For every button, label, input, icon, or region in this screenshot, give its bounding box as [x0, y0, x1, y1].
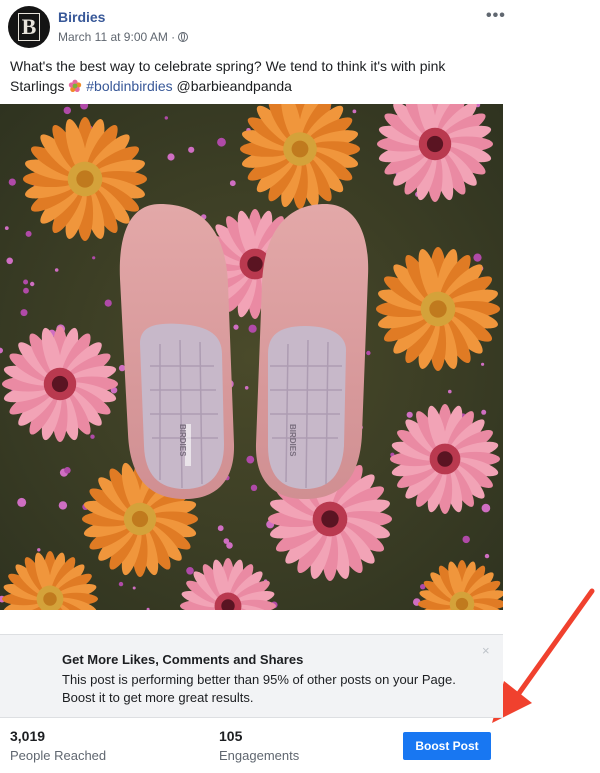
- speckle: [17, 497, 27, 507]
- speckle: [223, 538, 230, 544]
- hashtag-link[interactable]: #boldinbirdies: [86, 78, 172, 94]
- globe-icon: [178, 32, 189, 42]
- engagements-label: Engagements: [219, 748, 300, 763]
- speckle: [484, 553, 490, 559]
- speckle: [118, 364, 126, 372]
- speckle: [229, 180, 236, 187]
- people-reached-value: 3,019: [10, 728, 46, 744]
- speckle: [54, 268, 59, 272]
- speckle: [186, 567, 194, 575]
- right-shoe: BIRDIES: [255, 204, 369, 499]
- left-shoe: BIRDIES: [119, 204, 235, 499]
- speckle: [244, 386, 249, 390]
- speckle: [250, 484, 258, 491]
- speckle: [217, 525, 224, 532]
- orange-gerbera-flower: [23, 117, 147, 241]
- speckle: [30, 281, 35, 287]
- speckle: [64, 467, 71, 474]
- speckle: [164, 116, 168, 120]
- speckle: [23, 279, 29, 285]
- boost-post-button[interactable]: Boost Post: [403, 732, 491, 760]
- page-name-link[interactable]: Birdies: [58, 9, 105, 25]
- post-photo[interactable]: BIRDIES BIRDIES: [0, 104, 503, 610]
- left-shoe-brand-text: BIRDIES: [178, 424, 187, 457]
- speckle: [4, 226, 9, 230]
- speckle: [473, 253, 482, 262]
- speckle: [92, 256, 96, 260]
- speckle: [6, 257, 13, 265]
- speckle: [248, 324, 257, 333]
- speckle: [481, 362, 485, 366]
- promo-body: This post is performing better than 95% …: [62, 672, 456, 705]
- speckle: [23, 287, 29, 294]
- speckle: [481, 409, 487, 415]
- flower-emoji-icon: [69, 79, 82, 92]
- speckle: [25, 230, 32, 237]
- speckle: [246, 455, 255, 464]
- pink-gerbera-flower: [390, 404, 500, 514]
- speckle: [352, 109, 357, 114]
- post-insights-bar: 3,019 People Reached 105 Engagements Boo…: [0, 716, 503, 772]
- speckle: [481, 503, 491, 513]
- speckle: [118, 581, 124, 587]
- speckle: [448, 389, 452, 394]
- right-shoe-brand-text: BIRDIES: [288, 424, 297, 457]
- post-timestamp[interactable]: March 11 at 9:00 AM ·: [58, 30, 175, 44]
- pink-gerbera-flower: [2, 326, 118, 442]
- speckle: [132, 586, 136, 590]
- speckle: [37, 548, 41, 552]
- speckle: [462, 535, 470, 544]
- people-reached-stat: 3,019 People Reached: [10, 728, 106, 763]
- speckle: [233, 324, 239, 330]
- boost-promo-banner: Get More Likes, Comments and Shares This…: [0, 634, 503, 718]
- mention-link[interactable]: @barbieandpanda: [177, 78, 292, 94]
- engagements-value: 105: [219, 728, 243, 744]
- speckle: [217, 137, 226, 147]
- speckle: [63, 106, 71, 115]
- speckle: [167, 153, 175, 161]
- speckle: [406, 411, 413, 418]
- more-options-icon[interactable]: •••: [486, 7, 506, 25]
- speckle: [366, 350, 371, 356]
- orange-gerbera-flower: [376, 247, 500, 371]
- speckle: [58, 501, 68, 510]
- speckle: [188, 146, 195, 153]
- speckle: [90, 434, 95, 439]
- engagements-stat: 105 Engagements: [219, 728, 299, 763]
- people-reached-label: People Reached: [10, 748, 107, 763]
- post-header: B Birdies March 11 at 9:00 AM · •••: [8, 6, 505, 50]
- avatar-monogram: B: [18, 13, 40, 41]
- speckle: [20, 309, 28, 317]
- speckle: [8, 178, 16, 186]
- post-message: What's the best way to celebrate spring?…: [10, 56, 494, 96]
- page-avatar[interactable]: B: [8, 6, 50, 48]
- promo-title: Get More Likes, Comments and Shares: [62, 652, 304, 667]
- speckle: [104, 299, 112, 307]
- post-meta: March 11 at 9:00 AM ·: [58, 30, 189, 44]
- close-icon[interactable]: ×: [482, 643, 490, 658]
